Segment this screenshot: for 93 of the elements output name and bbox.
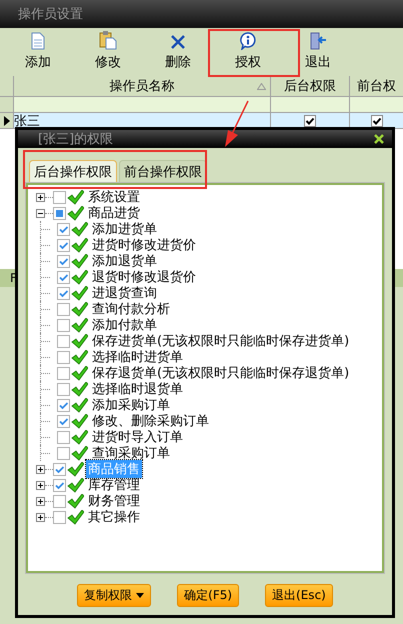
tree-item[interactable]: 保存进货单(无该权限时只能临时保存进货单): [90, 332, 352, 350]
expander-icon[interactable]: [36, 464, 45, 474]
checkbox[interactable]: [57, 446, 70, 460]
tree-item[interactable]: 添加退货单: [90, 252, 159, 270]
checkbox[interactable]: [53, 478, 66, 492]
expander-icon[interactable]: [36, 480, 45, 490]
check-icon: [71, 238, 88, 252]
tree-item[interactable]: 其它操作: [86, 508, 142, 526]
tree-item[interactable]: 退货时修改退货价: [90, 268, 198, 286]
close-icon[interactable]: [374, 134, 384, 144]
document-icon: [30, 32, 46, 50]
check-icon: [67, 206, 84, 220]
tree-item[interactable]: 添加采购订单: [90, 396, 172, 414]
check-icon: [71, 222, 88, 236]
checkbox[interactable]: [57, 382, 70, 396]
tree-item[interactable]: 商品进货: [86, 204, 142, 222]
tree-item[interactable]: 查询付款分析: [90, 300, 172, 318]
toolbar-button[interactable]: 删除: [143, 28, 213, 76]
checkbox[interactable]: [53, 494, 66, 508]
close-icon: [170, 34, 186, 50]
tree-item[interactable]: 保存退货单(无该权限时只能临时保存退货单): [90, 364, 352, 382]
tab[interactable]: 前台操作权限: [119, 160, 207, 183]
checkbox[interactable]: [57, 318, 70, 332]
checkbox[interactable]: [57, 430, 70, 444]
toolbar-button[interactable]: 修改: [73, 28, 143, 76]
expander-icon[interactable]: [36, 192, 45, 202]
tree-item[interactable]: 系统设置: [86, 188, 142, 206]
tab[interactable]: 后台操作权限: [29, 160, 117, 183]
check-icon: [71, 446, 88, 460]
info-bubble-icon: [239, 32, 257, 50]
check-icon: [71, 302, 88, 316]
checkbox[interactable]: [57, 366, 70, 380]
tree-item[interactable]: 修改、删除采购订单: [90, 412, 211, 430]
checkbox[interactable]: [57, 286, 70, 300]
dialog-title: [张三]的权限: [38, 131, 114, 148]
check-icon: [71, 382, 88, 396]
expander-icon[interactable]: [36, 512, 45, 522]
checkbox[interactable]: [304, 114, 316, 126]
check-icon: [71, 398, 88, 412]
dialog-button[interactable]: 复制权限: [77, 584, 152, 607]
check-icon: [71, 414, 88, 428]
checkbox[interactable]: [57, 414, 70, 428]
checkbox[interactable]: [57, 254, 70, 268]
column-header[interactable]: 前台权: [350, 76, 403, 96]
current-row-icon: [4, 116, 10, 126]
checkbox[interactable]: [53, 462, 66, 476]
tree-item[interactable]: 添加进货单: [90, 220, 159, 238]
table-cell-text: 张三: [14, 112, 40, 130]
toolbar-button[interactable]: 退出: [283, 28, 353, 76]
checkbox[interactable]: [57, 398, 70, 412]
tree-item[interactable]: 库存管理: [86, 476, 142, 494]
column-header[interactable]: 后台权限: [271, 76, 350, 96]
tree-item[interactable]: 进货时修改进货价: [90, 236, 198, 254]
check-icon: [71, 430, 88, 444]
expander-icon[interactable]: [36, 208, 45, 218]
check-icon: [71, 334, 88, 348]
tree-item[interactable]: 进退货查询: [90, 284, 159, 302]
check-icon: [71, 350, 88, 364]
clipboard-icon: [99, 30, 117, 50]
caret-icon: [136, 593, 144, 598]
tree-item[interactable]: 添加付款单: [90, 316, 159, 334]
tree-item[interactable]: 进货时导入订单: [90, 428, 185, 446]
checkbox[interactable]: [57, 238, 70, 252]
tree-item[interactable]: 财务管理: [86, 492, 142, 510]
tree-item[interactable]: 选择临时退货单: [90, 380, 185, 398]
arrow-icon: [222, 100, 250, 148]
check-icon: [67, 478, 84, 492]
exit-door-icon: [309, 32, 327, 50]
sort-icon: [257, 83, 266, 90]
checkbox[interactable]: [53, 510, 66, 524]
tree-item[interactable]: 选择临时进货单: [90, 348, 185, 366]
checkbox[interactable]: [57, 350, 70, 364]
check-icon: [67, 494, 84, 508]
checkbox[interactable]: [370, 114, 382, 126]
checkbox[interactable]: [53, 206, 66, 220]
check-icon: [71, 318, 88, 332]
checkbox[interactable]: [57, 222, 70, 236]
check-icon: [67, 190, 84, 204]
check-icon: [67, 510, 84, 524]
column-header[interactable]: 操作员名称: [14, 76, 271, 96]
dialog-button[interactable]: 退出(Esc): [265, 584, 333, 607]
tree-item[interactable]: 查询采购订单: [90, 444, 172, 462]
toolbar-button[interactable]: 添加: [3, 28, 73, 76]
checkbox[interactable]: [57, 302, 70, 316]
checkbox[interactable]: [57, 270, 70, 284]
checkbox[interactable]: [57, 334, 70, 348]
toolbar-button[interactable]: 授权: [213, 28, 283, 76]
window-title: 操作员设置: [18, 6, 83, 23]
check-icon: [71, 366, 88, 380]
check-icon: [67, 462, 84, 476]
checkbox[interactable]: [53, 190, 66, 204]
expander-icon[interactable]: [36, 496, 45, 506]
dialog-button[interactable]: 确定(F5): [177, 584, 240, 607]
